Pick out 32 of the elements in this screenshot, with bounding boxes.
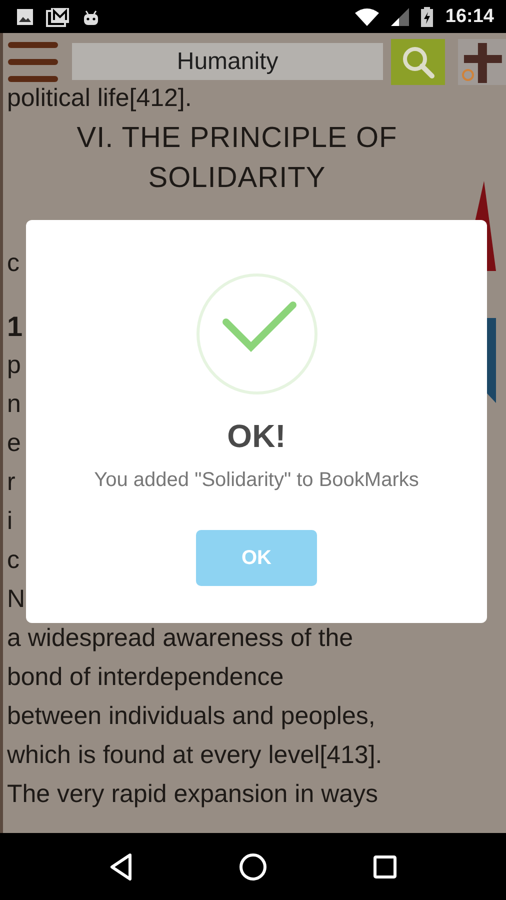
body-text-line: political life[412].: [7, 83, 193, 114]
success-check-icon: [194, 272, 318, 396]
home-icon[interactable]: [239, 852, 267, 880]
dialog-message: You added "Solidarity" to BookMarks: [94, 469, 419, 492]
status-time: 16:14: [445, 6, 494, 28]
back-icon[interactable]: [109, 852, 133, 880]
body-text-fragment: n: [7, 390, 21, 418]
body-text-line: a widespread awareness of the: [7, 623, 354, 654]
cross-icon[interactable]: [458, 38, 506, 84]
battery-icon: [421, 6, 434, 26]
body-text-fragment: c: [7, 546, 20, 574]
wifi-icon: [355, 8, 380, 26]
menu-button[interactable]: [8, 42, 60, 82]
body-text-line: bond of interdependence: [7, 662, 285, 693]
section-heading-line: SOLIDARITY: [147, 161, 327, 196]
recents-icon[interactable]: [373, 854, 397, 878]
section-heading-line: VI. THE PRINCIPLE OF: [76, 121, 398, 156]
body-text-fragment: i: [7, 507, 13, 535]
body-text-line: The very rapid expansion in ways: [7, 779, 380, 810]
body-text-line: which is found at every level[413].: [7, 740, 384, 771]
paragraph-number: 1: [7, 311, 23, 342]
body-text-fragment: r: [7, 468, 16, 496]
image-icon: [16, 8, 34, 26]
body-text-fragment: p: [7, 351, 21, 379]
dialog-title: OK!: [227, 418, 286, 455]
search-field[interactable]: Humanity: [72, 43, 384, 80]
signal-icon: [391, 8, 410, 26]
mail-icon: [46, 6, 70, 26]
body-text-fragment: e: [7, 429, 21, 457]
body-text-fragment: N: [7, 585, 26, 613]
body-text-line: between individuals and peoples,: [7, 701, 376, 732]
body-text-fragment: c: [7, 249, 20, 277]
